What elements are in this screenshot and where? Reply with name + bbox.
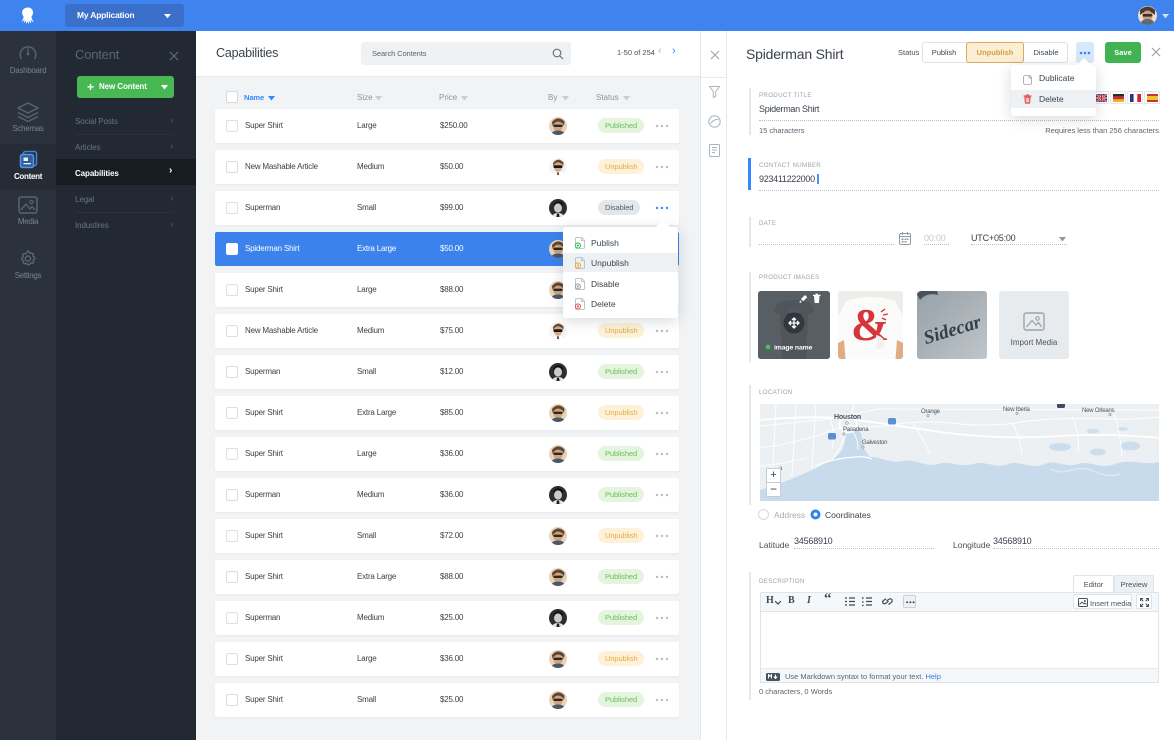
svg-text:Pasadena: Pasadena bbox=[843, 427, 869, 433]
svg-text:Houston: Houston bbox=[834, 414, 861, 421]
svg-text:Orange: Orange bbox=[921, 409, 941, 415]
svg-text:Galveston: Galveston bbox=[862, 440, 887, 446]
svg-text:image name: image name bbox=[774, 345, 813, 352]
